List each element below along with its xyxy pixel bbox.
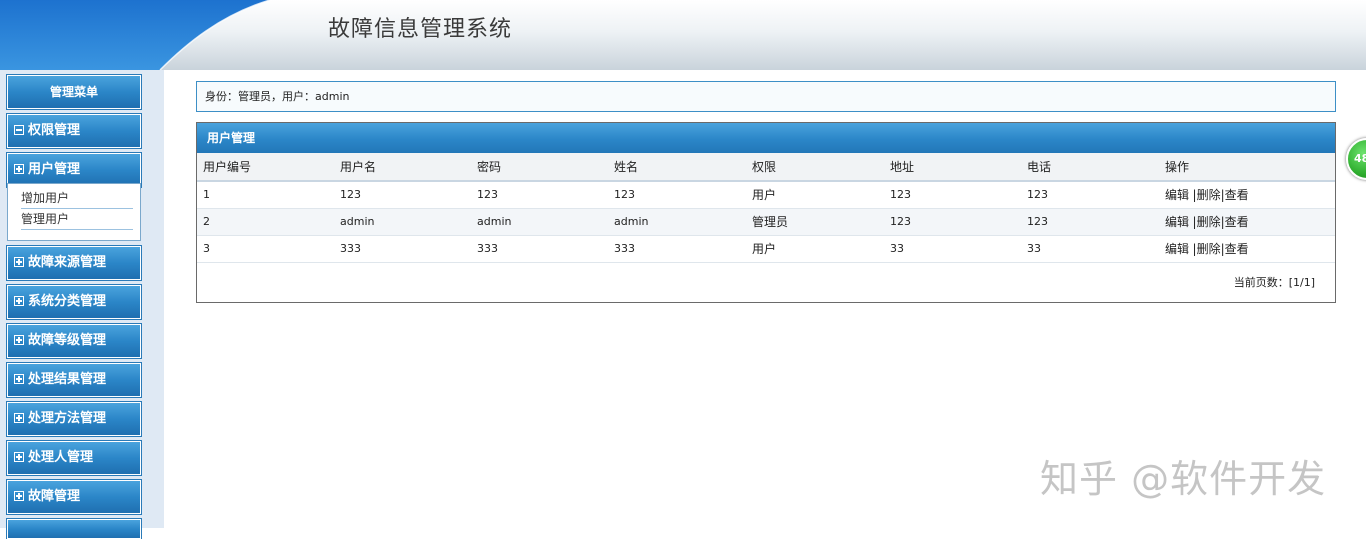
table-cell: admin	[608, 208, 746, 236]
user-identity-bar: 身份：管理员，用户：admin	[196, 81, 1336, 112]
expand-icon	[14, 413, 24, 423]
table-cell: admin	[334, 208, 471, 236]
delete-link[interactable]: 删除	[1197, 215, 1221, 229]
view-link[interactable]: 查看	[1225, 215, 1249, 229]
sidebar-item-fault-source[interactable]: 故障来源管理	[6, 245, 142, 281]
column-header: 权限	[746, 153, 884, 182]
view-link[interactable]: 查看	[1225, 188, 1249, 202]
expand-icon	[14, 296, 24, 306]
table-cell: 333	[334, 235, 471, 263]
table-cell: 管理员	[746, 208, 884, 236]
edit-link[interactable]: 编辑	[1165, 215, 1189, 229]
sidebar-item-permission[interactable]: 权限管理	[6, 113, 142, 149]
floating-counter-badge[interactable]: 48	[1346, 138, 1366, 180]
users-submenu: 增加用户 管理用户	[7, 183, 141, 241]
table-cell: 33	[884, 235, 1021, 263]
watermark: 知乎 @软件开发	[1040, 457, 1327, 501]
delete-link[interactable]: 删除	[1197, 242, 1221, 256]
row-actions: 编辑 |删除|查看	[1159, 208, 1335, 236]
row-actions: 编辑 |删除|查看	[1159, 235, 1335, 263]
column-header: 姓名	[608, 153, 746, 182]
expand-icon	[14, 257, 24, 267]
sidebar-item-label: 系统分类管理	[28, 294, 107, 309]
sidebar-item-label: 故障管理	[28, 489, 81, 504]
sidebar-item-label: 处理方法管理	[28, 411, 107, 426]
app-header: 故障信息管理系统	[0, 0, 1366, 70]
sidebar-item-label: 处理人管理	[28, 450, 94, 465]
table-row: 2 admin admin admin 管理员 123 123 编辑 |删除|查…	[197, 208, 1335, 236]
submenu-add-user[interactable]: 增加用户	[21, 188, 133, 209]
table-cell: 3	[197, 235, 334, 263]
table-header-row: 用户编号 用户名 密码 姓名 权限 地址 电话 操作	[197, 153, 1335, 182]
sidebar-item-handler[interactable]: 处理人管理	[6, 440, 142, 476]
panel-title: 用户管理	[197, 123, 1335, 153]
edit-link[interactable]: 编辑	[1165, 242, 1189, 256]
table-cell: 123	[884, 208, 1021, 236]
sidebar-item-label: 故障等级管理	[28, 333, 107, 348]
expand-icon	[14, 374, 24, 384]
sidebar-item-label: 处理结果管理	[28, 372, 107, 387]
expand-icon	[14, 164, 24, 174]
column-header: 电话	[1021, 153, 1159, 182]
sidebar-item-label: 故障来源管理	[28, 255, 107, 270]
table-cell: 123	[884, 181, 1021, 209]
row-actions: 编辑 |删除|查看	[1159, 181, 1335, 209]
expand-icon	[14, 491, 24, 501]
column-header: 用户名	[334, 153, 471, 182]
sidebar-item-users[interactable]: 用户管理	[6, 152, 142, 188]
view-link[interactable]: 查看	[1225, 242, 1249, 256]
column-header: 地址	[884, 153, 1021, 182]
column-header: 密码	[471, 153, 608, 182]
table-cell: 123	[471, 181, 608, 209]
table-cell: 123	[1021, 181, 1159, 209]
user-management-panel: 用户管理 用户编号 用户名 密码 姓名 权限 地址 电话 操作 1 123 12…	[196, 122, 1336, 303]
expand-icon	[14, 335, 24, 345]
delete-link[interactable]: 删除	[1197, 188, 1221, 202]
column-header: 操作	[1159, 153, 1335, 182]
collapse-icon	[14, 125, 24, 135]
user-table: 用户编号 用户名 密码 姓名 权限 地址 电话 操作 1 123 123 123…	[197, 153, 1335, 263]
table-cell: 123	[334, 181, 471, 209]
table-cell: 123	[608, 181, 746, 209]
table-cell: 333	[608, 235, 746, 263]
table-row: 1 123 123 123 用户 123 123 编辑 |删除|查看	[197, 181, 1335, 209]
table-cell: 1	[197, 181, 334, 209]
sidebar-item-fault-level[interactable]: 故障等级管理	[6, 323, 142, 359]
sidebar-menu-title: 管理菜单	[6, 74, 142, 110]
table-cell: 123	[1021, 208, 1159, 236]
table-cell: 2	[197, 208, 334, 236]
table-cell: 用户	[746, 235, 884, 263]
edit-link[interactable]: 编辑	[1165, 188, 1189, 202]
table-cell: 33	[1021, 235, 1159, 263]
page-title: 故障信息管理系统	[328, 17, 513, 42]
sidebar-item-result[interactable]: 处理结果管理	[6, 362, 142, 398]
sidebar-item-system-category[interactable]: 系统分类管理	[6, 284, 142, 320]
sidebar-item-fault[interactable]: 故障管理	[6, 479, 142, 515]
table-cell: admin	[471, 208, 608, 236]
sidebar-item-label: 权限管理	[28, 123, 81, 138]
column-header: 用户编号	[197, 153, 334, 182]
expand-icon	[14, 452, 24, 462]
table-cell: 用户	[746, 181, 884, 209]
header-logo-graphic	[0, 0, 271, 70]
sidebar-item-partial	[6, 518, 142, 539]
sidebar-item-method[interactable]: 处理方法管理	[6, 401, 142, 437]
submenu-manage-users[interactable]: 管理用户	[21, 209, 133, 230]
pagination-status: 当前页数：[1/1]	[1233, 276, 1315, 289]
table-row: 3 333 333 333 用户 33 33 编辑 |删除|查看	[197, 235, 1335, 263]
sidebar-item-label: 用户管理	[28, 162, 81, 177]
table-cell: 333	[471, 235, 608, 263]
